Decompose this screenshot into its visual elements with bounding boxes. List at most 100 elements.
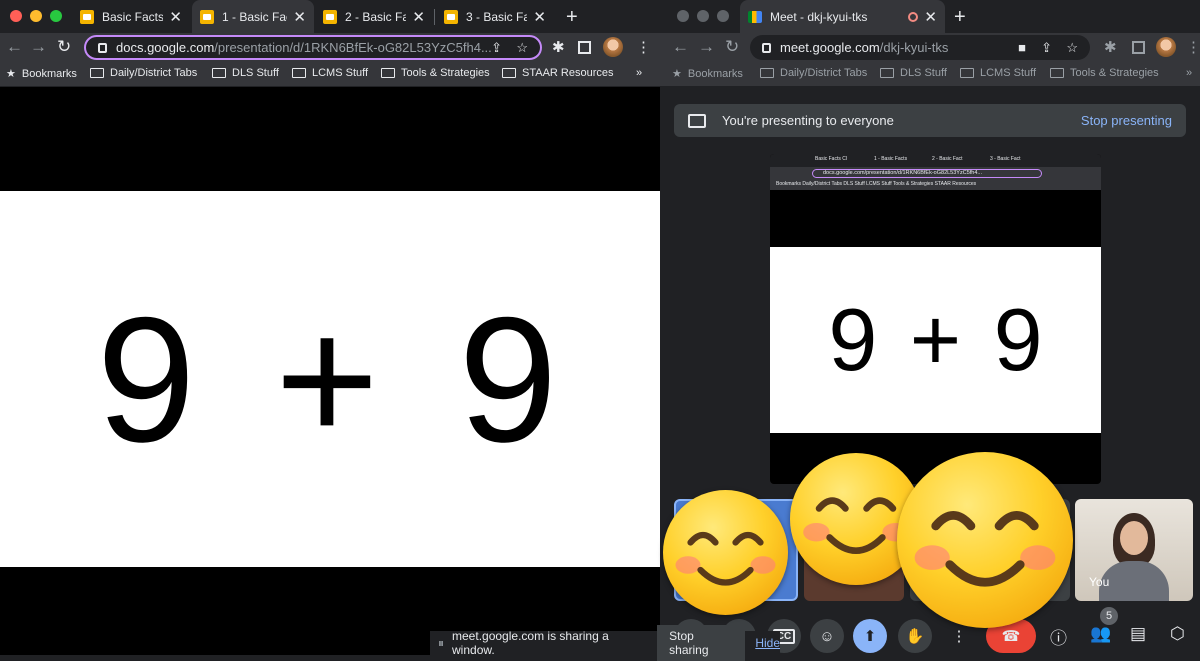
window-controls xyxy=(677,10,729,22)
tab-meet[interactable]: Meet - dkj-kyui-tks ✕ xyxy=(740,0,945,33)
stop-presenting-button[interactable]: Stop presenting xyxy=(1081,113,1172,128)
folder-icon xyxy=(1050,68,1064,78)
menu-icon[interactable]: ⋮ xyxy=(1186,38,1200,56)
address-bar[interactable]: docs.google.com/presentation/d/1RKN6BfEk… xyxy=(84,35,542,60)
hide-link[interactable]: Hide xyxy=(755,636,780,650)
folder-icon xyxy=(381,68,395,78)
slides-icon xyxy=(80,9,94,24)
bookmark-star-icon[interactable]: ☆ xyxy=(516,40,528,56)
bookmarks-button[interactable]: ★ Bookmarks xyxy=(672,67,743,81)
presenting-banner: You're presenting to everyone Stop prese… xyxy=(674,104,1186,137)
bookmark-folder-tools-strategies[interactable]: Tools & Strategies xyxy=(1050,67,1159,79)
sharing-text: meet.google.com is sharing a window. xyxy=(452,629,609,657)
slide-canvas: 9 + 9 xyxy=(0,191,660,567)
profile-avatar[interactable] xyxy=(1156,37,1176,57)
bookmark-folder-daily-district-tabs[interactable]: Daily/District Tabs xyxy=(90,67,197,79)
window-controls xyxy=(10,10,62,22)
close-tab-icon[interactable]: ✕ xyxy=(169,8,182,26)
share-icon[interactable]: ⇪ xyxy=(1041,40,1052,56)
preview-tab-strip: Basic Facts Cl 1 - Basic Facts 2 - Basic… xyxy=(770,154,1101,167)
side-panel-icon[interactable] xyxy=(1132,41,1145,54)
stop-sharing-button[interactable]: Stop sharing xyxy=(657,625,746,661)
lock-icon xyxy=(98,42,107,53)
bookmark-folder-lcms-stuff[interactable]: LCMS Stuff xyxy=(292,67,368,79)
preview-slide: 9 + 9 xyxy=(770,247,1101,433)
camera-icon[interactable]: ■ xyxy=(1018,40,1026,55)
bookmark-folder-staar-resources[interactable]: STAAR Resources xyxy=(502,67,614,79)
address-bar[interactable]: meet.google.com/dkj-kyui-tks ■ ⇪ ☆ xyxy=(750,35,1090,60)
reload-icon[interactable]: ↻ xyxy=(725,37,739,57)
tab-2-basic-facts[interactable]: 2 - Basic Facts ✕ xyxy=(315,0,433,33)
profile-avatar[interactable] xyxy=(603,37,623,57)
forward-icon[interactable]: → xyxy=(30,37,47,57)
lock-icon xyxy=(762,42,771,53)
tab-3-basic-facts[interactable]: 3 - Basic Facts ✕ xyxy=(436,0,554,33)
smiling-emoji-reaction xyxy=(897,452,1073,628)
extensions-icon[interactable]: ✱ xyxy=(552,38,565,56)
bookmarks-bar: ★ Bookmarks Daily/District Tabs DLS Stuff… xyxy=(660,62,1200,87)
close-tab-icon[interactable]: ✕ xyxy=(533,8,546,26)
emoji-icon: ☺ xyxy=(819,627,835,645)
tab-separator xyxy=(434,9,435,25)
presenting-text: You're presenting to everyone xyxy=(722,113,894,128)
close-tab-icon[interactable]: ✕ xyxy=(412,8,425,26)
bookmarks-overflow-button[interactable]: » xyxy=(636,67,642,79)
menu-icon[interactable]: ⋮ xyxy=(636,38,651,56)
bookmark-star-icon[interactable]: ☆ xyxy=(1066,40,1078,56)
activities-icon[interactable]: ⬡ xyxy=(1170,624,1185,644)
self-view-tile[interactable]: You xyxy=(1075,499,1193,601)
drag-handle-icon[interactable]: ⏸ xyxy=(438,636,444,651)
meet-icon xyxy=(748,10,762,23)
bookmark-folder-tools-strategies[interactable]: Tools & Strategies xyxy=(381,67,490,79)
folder-icon xyxy=(212,68,226,78)
zoom-window-button[interactable] xyxy=(50,10,62,22)
folder-icon xyxy=(880,68,894,78)
preview-slide-expression: 9 + 9 xyxy=(828,290,1043,389)
present-icon: ⬆ xyxy=(863,628,877,645)
zoom-window-button[interactable] xyxy=(717,10,729,22)
participant-count-badge: 5 xyxy=(1100,607,1118,625)
bookmark-folder-lcms-stuff[interactable]: LCMS Stuff xyxy=(960,67,1036,79)
self-label: You xyxy=(1089,575,1110,589)
new-tab-button[interactable]: + xyxy=(954,6,966,29)
new-tab-button[interactable]: + xyxy=(566,6,578,29)
present-button[interactable]: ⬆ xyxy=(853,619,887,653)
chat-icon[interactable]: ▤ xyxy=(1130,624,1146,644)
preview-bookmarks-bar: Bookmarks Daily/District Tabs DLS Stuff … xyxy=(770,179,1101,190)
people-icon[interactable]: 👥 xyxy=(1090,624,1111,644)
reload-icon[interactable]: ↻ xyxy=(57,37,71,57)
tab-strip: Meet - dkj-kyui-tks ✕ + xyxy=(660,0,1200,33)
star-icon: ★ xyxy=(6,68,16,80)
forward-icon[interactable]: → xyxy=(698,37,715,57)
back-icon[interactable]: ← xyxy=(672,37,689,57)
close-tab-icon[interactable]: ✕ xyxy=(293,8,306,26)
close-window-button[interactable] xyxy=(10,10,22,22)
back-icon[interactable]: ← xyxy=(6,37,23,57)
side-panel-icon[interactable] xyxy=(578,41,591,54)
bookmark-folder-dls-stuff[interactable]: DLS Stuff xyxy=(880,67,947,79)
bookmarks-bar: ★ Bookmarks Daily/District Tabs DLS Stuff… xyxy=(0,62,660,87)
minimize-window-button[interactable] xyxy=(697,10,709,22)
reactions-button[interactable]: ☺ xyxy=(810,619,844,653)
share-icon[interactable]: ⇪ xyxy=(491,40,502,56)
tab-1-basic-facts[interactable]: 1 - Basic Facts ✕ xyxy=(192,0,314,33)
folder-icon xyxy=(760,68,774,78)
extensions-icon[interactable]: ✱ xyxy=(1104,38,1117,56)
present-icon xyxy=(688,113,706,128)
minimize-window-button[interactable] xyxy=(30,10,42,22)
bookmark-folder-daily-district-tabs[interactable]: Daily/District Tabs xyxy=(760,67,867,79)
slides-icon xyxy=(200,9,214,24)
tab-basic-facts[interactable]: Basic Facts Cl ✕ xyxy=(72,0,190,33)
folder-icon xyxy=(292,68,306,78)
browser-toolbar: ← → ↻ docs.google.com/presentation/d/1RK… xyxy=(0,33,660,62)
folder-icon xyxy=(960,68,974,78)
folder-icon xyxy=(502,68,516,78)
bookmarks-overflow-button[interactable]: » xyxy=(1186,67,1192,79)
bookmarks-button[interactable]: ★ Bookmarks xyxy=(6,67,77,81)
slides-icon xyxy=(444,9,458,24)
close-window-button[interactable] xyxy=(677,10,689,22)
bookmark-folder-dls-stuff[interactable]: DLS Stuff xyxy=(212,67,279,79)
sharing-notification-bar: ⏸ meet.google.com is sharing a window. S… xyxy=(430,625,780,661)
close-tab-icon[interactable]: ✕ xyxy=(924,8,937,26)
recording-icon xyxy=(908,11,919,22)
